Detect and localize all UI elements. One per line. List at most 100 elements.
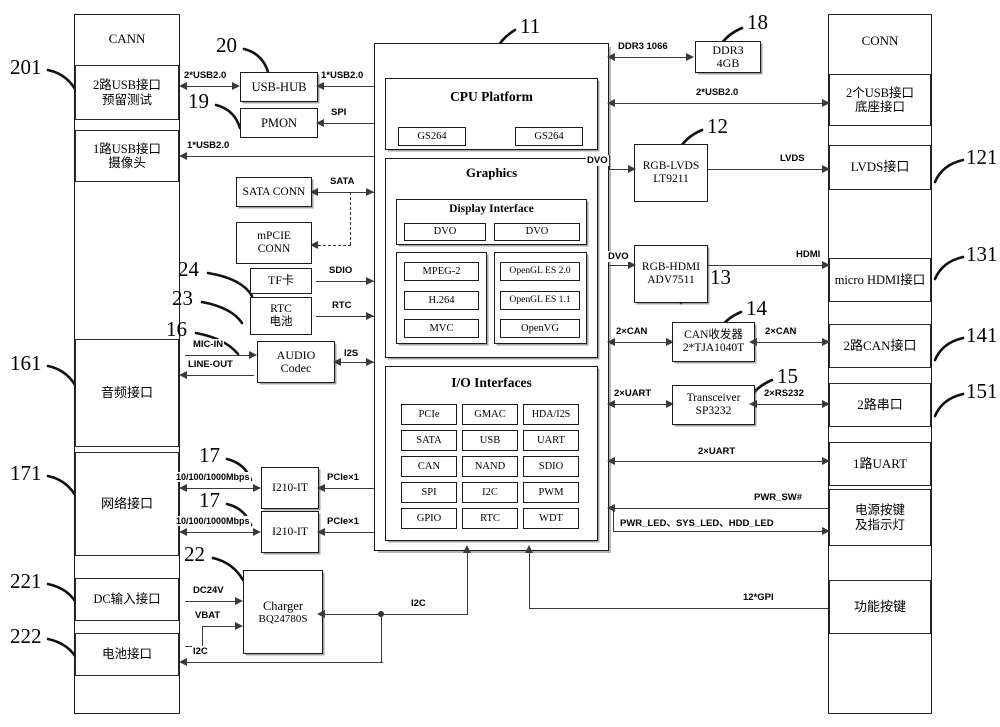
conn-cell-micro-hdmi-interface[interactable]: micro HDMI接口 [829,258,931,302]
signal-i2s: I2S [343,348,360,359]
signal-sata: SATA [329,176,356,187]
rtc-battery-block: RTC 电池 [250,297,312,335]
cann-column-header: CANN [108,31,146,46]
cann-cell-usb-2ch-reserved-test[interactable]: 2路USB接口 预留测试 [75,65,179,120]
io-item-label: I2C [482,486,498,498]
arrow-right [235,622,243,630]
ref-201: 201 [10,55,42,79]
arrow-left [179,528,187,536]
signal-ddr3-1066: DDR3 1066 [617,41,669,52]
signal-can-in: 2×CAN [615,326,649,337]
arrow-up [463,545,471,553]
ref-16: 16 [166,317,187,341]
graphics-title: Graphics [465,165,518,180]
arrow-right [235,597,243,605]
arrow-left [317,610,325,618]
conn-cell-power-key-indicator[interactable]: 电源按键 及指示灯 [829,489,931,546]
io-item-pcie: PCIe [401,404,457,425]
wire-ddr3 [613,57,691,59]
io-item-label: HDA/I2S [531,408,571,420]
gl-opengl-es-11: OpenGL ES 1.1 [500,291,580,310]
wire-mic-in [185,355,254,357]
can-transceiver-block: CAN收发器 2*TJA1040T [672,322,755,362]
wire-pcie-x1-1 [323,488,374,490]
wire-rs232 [755,404,828,406]
io-item-sdio: SDIO [523,456,579,477]
arrow-left [607,457,615,465]
wire-pwr-sw [613,508,828,510]
arrow-right [666,338,674,346]
io-item-label: SDIO [538,460,564,472]
arrow-left [317,484,325,492]
arrow-left [316,82,324,90]
tf-card-block: TF卡 [250,268,312,294]
io-item-spi: SPI [401,482,457,503]
conn-cell-usb-2port-dock[interactable]: 2个USB接口 底座接口 [829,74,931,126]
cpu-core-label: GS264 [534,130,564,142]
conn-cell-line: 2个USB接口 [845,85,915,100]
peripheral-label: SP3232 [695,405,732,417]
cann-cell-usb-1ch-camera[interactable]: 1路USB接口 摄像头 [75,130,179,182]
peripheral-label: 电池 [269,316,293,328]
wire-can-out [755,342,828,344]
conn-cell-function-keys[interactable]: 功能按键 [829,580,931,634]
cann-cell-battery-interface[interactable]: 电池接口 [75,633,179,676]
ref-23: 23 [172,286,193,310]
conn-cell-line: 2路CAN接口 [843,337,917,353]
wire-usb2-2x-left [185,86,237,88]
wire-gpi-v [529,551,531,609]
peripheral-label: Charger [262,598,304,613]
arrow-left [316,119,324,127]
ref-171: 171 [10,461,42,485]
signal-usb2-1x-cam: 1*USB2.0 [186,140,231,151]
conn-cell-uart-1ch[interactable]: 1路UART [829,442,931,486]
arrow-left [607,53,615,61]
conn-cell-serial-2ch[interactable]: 2路串口 [829,383,931,427]
cann-cell-network-interface[interactable]: 网络接口 [75,452,179,556]
ethernet-i210-block-1: I210-IT [261,467,319,509]
signal-eth-speed-1: 10/100/1000Mbps [175,472,251,482]
arrow-left [179,484,187,492]
codec-mvc: MVC [404,319,479,338]
cann-cell-dc-input-interface[interactable]: DC输入接口 [75,578,179,621]
ref-20: 20 [216,33,237,57]
wire-spi [322,123,374,125]
peripheral-label: I210-IT [272,525,308,538]
io-item-label: PWM [538,486,564,498]
wire-i2c-battery-v [381,614,383,663]
signal-usb2-1x-hub: 1*USB2.0 [320,70,365,81]
io-item-label: GPIO [416,512,442,524]
display-output-dvo-2: DVO [494,223,580,241]
signal-eth-speed-2: 10/100/1000Mbps [175,516,251,526]
conn-cell-can-2ch-interface[interactable]: 2路CAN接口 [829,324,931,368]
cann-cell-line: DC输入接口 [93,592,161,607]
wire-uart-in [613,404,672,406]
peripheral-label: RTC [270,303,292,316]
signal-line-out: LINE-OUT [187,359,234,370]
cann-cell-audio-interface[interactable]: 音频接口 [75,339,179,447]
ethernet-i210-block-2: I210-IT [261,511,319,553]
signal-leds: PWR_LED、SYS_LED、HDD_LED [619,515,775,529]
display-interface-title: Display Interface [449,203,534,215]
mpcie-conn-block: mPCIE CONN [236,222,312,264]
arrow-right [249,351,257,359]
dvo-label: DVO [525,226,549,238]
wire-eth-speed-1 [185,488,257,490]
io-item-label: PCIe [418,408,440,420]
io-item-pwm: PWM [523,482,579,503]
arrow-left [179,658,187,666]
signal-mic-in: MIC-IN [192,339,225,350]
ref-141: 141 [966,323,998,347]
io-item-label: SATA [416,434,442,446]
conn-cell-lvds-interface[interactable]: LVDS接口 [829,145,931,190]
arrow-left [179,371,187,379]
wire-mpcie-dashed-h [318,245,351,246]
conn-cell-line: 电源按键 [854,503,905,518]
codec-h264: H.264 [404,291,479,310]
arrow-right [253,484,261,492]
ddr3-memory-block: DDR3 4GB [695,41,761,73]
wire-usb2-1x-hub [322,86,374,88]
wire-eth-speed-2 [185,532,257,534]
ref-17b: 17 [199,488,220,512]
ref-11: 11 [520,14,541,38]
